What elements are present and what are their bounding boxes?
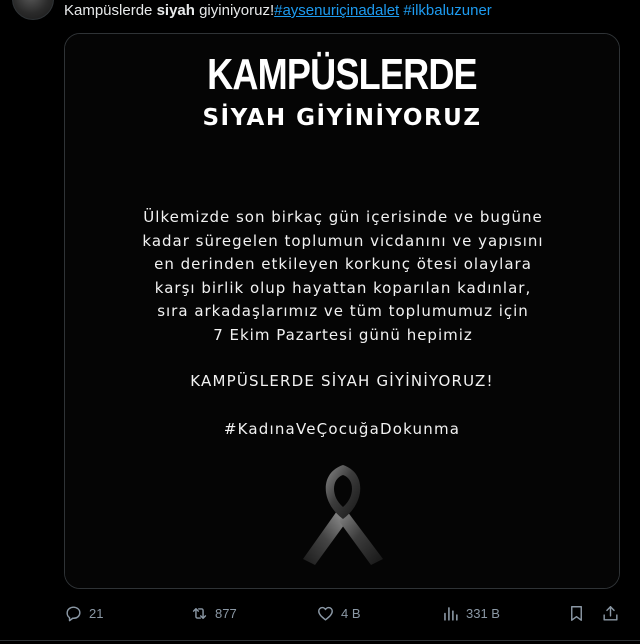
poster-title: KAMPÜSLERDE <box>207 50 477 99</box>
views-icon <box>444 606 458 621</box>
repost-icon <box>192 607 207 619</box>
share-icon <box>603 605 618 621</box>
poster: KAMPÜSLERDE SİYAH GİYİNİYORUZ Ülkemizde … <box>65 34 619 588</box>
views-button[interactable]: 331 B <box>441 602 500 624</box>
tweet-text-prefix: Kampüslerde <box>64 2 157 19</box>
poster-slogan: KAMPÜSLERDE SİYAH GİYİNİYORUZ! <box>190 372 494 390</box>
poster-body-line: 7 Ekim Pazartesi günü hepimiz <box>213 325 473 344</box>
poster-body-line: karşı birlik olup hayattan koparılan kad… <box>154 278 532 297</box>
views-count: 331 B <box>466 605 500 621</box>
hashtag-link[interactable]: #ilkbaluzuner <box>403 2 491 19</box>
avatar[interactable] <box>12 0 54 20</box>
repost-button[interactable]: 877 <box>190 602 237 624</box>
poster-hashtag: #KadınaVeÇocuğaDokunma <box>223 420 461 438</box>
poster-body-line: Ülkemizde son birkaç gün içerisinde ve b… <box>143 208 543 226</box>
tweet-actions: 21 877 4 B 331 B <box>64 602 624 626</box>
share-button[interactable] <box>601 602 620 624</box>
like-count: 4 B <box>341 605 361 621</box>
reply-icon <box>66 605 81 621</box>
bookmark-icon <box>571 605 582 621</box>
poster-body: Ülkemizde son birkaç gün içerisinde ve b… <box>85 206 601 347</box>
tweet-text-bold: siyah <box>156 2 195 19</box>
reply-button[interactable]: 21 <box>64 602 103 624</box>
poster-body-line: sıra arkadaşlarımız ve tüm toplumumuz iç… <box>157 302 529 320</box>
hashtag-link[interactable]: #aysenuriçinadalet <box>274 2 399 19</box>
repost-count: 877 <box>215 605 237 621</box>
poster-subtitle: SİYAH GİYİNİYORUZ <box>202 105 482 131</box>
tweet-text: Kampüslerde siyah giyiniyoruz!#aysenuriç… <box>64 1 492 21</box>
black-ribbon-icon <box>303 465 383 565</box>
reply-count: 21 <box>89 605 104 621</box>
media-image[interactable]: KAMPÜSLERDE SİYAH GİYİNİYORUZ Ülkemizde … <box>64 33 620 589</box>
heart-icon <box>318 606 333 621</box>
poster-body-line: en derinden etkileyen korkunç ötesi olay… <box>154 255 532 273</box>
poster-body-line: kadar süregelen toplumun vicdanını ve ya… <box>142 231 544 250</box>
divider <box>0 640 640 641</box>
like-button[interactable]: 4 B <box>316 602 361 624</box>
tweet-text-suffix: giyiniyoruz! <box>194 2 275 19</box>
bookmark-button[interactable] <box>567 602 586 624</box>
